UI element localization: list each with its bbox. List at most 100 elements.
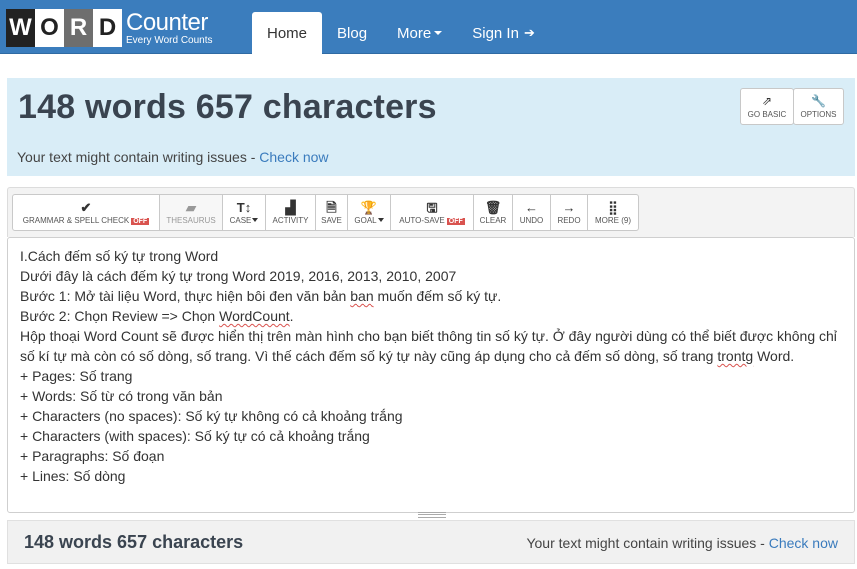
view-options: ⇗ GO BASIC 🔧 OPTIONS xyxy=(740,88,844,125)
arrow-right-icon: → xyxy=(562,199,576,215)
goal-label-wrap: GOAL xyxy=(354,215,384,225)
spelling-error[interactable]: ban xyxy=(350,288,373,304)
more-tools-label: MORE (9) xyxy=(595,215,631,225)
toolbar-buttons: ✔ GRAMMAR & SPELL CHECK OFF ▰ THESAURUS T… xyxy=(12,194,639,231)
editor-line: Bước 2: Chọn Review => Chọn WordCount. xyxy=(20,306,842,326)
editor-text: Bước 2: Chọn Review => Chọn xyxy=(20,308,220,324)
case-label-wrap: CASE xyxy=(230,216,259,225)
editor-line: + Pages: Số trang xyxy=(20,368,133,384)
logo-letter-r: R xyxy=(64,9,93,47)
auto-save-label: AUTO-SAVE xyxy=(399,215,445,225)
editor-text: . xyxy=(289,308,294,324)
logo-text: Counter Every Word Counts xyxy=(126,8,213,46)
editor-line: + Words: Số từ có trong văn bản xyxy=(20,388,223,404)
checkmark-icon: ✔ xyxy=(80,199,92,215)
editor-text: Word. xyxy=(753,348,795,364)
redo-label: REDO xyxy=(557,215,581,225)
editor-line: Bước 1: Mở tài liệu Word, thực hiện bôi … xyxy=(20,286,842,306)
grammar-check-label-wrap: GRAMMAR & SPELL CHECK OFF xyxy=(22,215,150,225)
go-basic-button[interactable]: ⇗ GO BASIC xyxy=(740,88,794,125)
nav-menu: Home Blog More Sign In ➔ xyxy=(252,12,550,54)
activity-button[interactable]: ▟ ACTIVITY xyxy=(265,194,316,231)
nav-blog[interactable]: Blog xyxy=(322,12,382,54)
stats-panel: 148 words 657 characters Your text might… xyxy=(7,78,855,176)
case-button[interactable]: T↕ CASE xyxy=(222,194,266,231)
options-label: OPTIONS xyxy=(800,110,837,119)
redo-button[interactable]: → REDO xyxy=(550,194,588,231)
clear-label: CLEAR xyxy=(479,215,507,225)
writing-issues-text: Your text might contain writing issues - xyxy=(17,149,260,165)
wrench-icon: 🔧 xyxy=(811,94,826,108)
text-height-icon: T↕ xyxy=(236,199,252,215)
bottom-word-character-count: 148 words 657 characters xyxy=(24,532,244,552)
trophy-icon: 🏆 xyxy=(360,199,378,215)
activity-label: ACTIVITY xyxy=(272,215,309,225)
grammar-check-label: GRAMMAR & SPELL CHECK xyxy=(22,215,130,225)
sign-in-icon: ➔ xyxy=(523,25,535,40)
editor-line: Hộp thoại Word Count sẽ được hiển thị tr… xyxy=(20,326,842,366)
grammar-off-badge: OFF xyxy=(131,217,150,225)
arrow-left-icon: ← xyxy=(525,199,538,215)
editor-line: + Characters (with spaces): Số ký tự có … xyxy=(20,428,370,444)
editor-text: Bước 1: Mở tài liệu Word, thực hiện bôi … xyxy=(20,288,351,304)
editor-line: Dưới đây là cách đếm ký tự trong Word 20… xyxy=(20,268,457,284)
editor-line: + Paragraphs: Số đoạn xyxy=(20,448,165,464)
editor-line: + Lines: Số dòng xyxy=(20,468,126,484)
options-button[interactable]: 🔧 OPTIONS xyxy=(793,88,844,125)
file-icon: 🗎 xyxy=(326,199,337,215)
bottom-writing-issues-text: Your text might contain writing issues - xyxy=(526,535,769,551)
nav-more-dropdown[interactable]: More xyxy=(382,12,457,54)
check-now-link[interactable]: Check now xyxy=(259,149,328,165)
book-icon: ▰ xyxy=(186,199,196,215)
writing-issues-notice: Your text might contain writing issues -… xyxy=(17,149,329,165)
top-navbar: W O R D Counter Every Word Counts Home B… xyxy=(0,0,857,54)
caret-down-icon xyxy=(377,218,384,223)
auto-save-label-wrap: AUTO-SAVE OFF xyxy=(399,216,465,225)
spelling-error[interactable]: WordCount xyxy=(219,308,290,324)
caret-down-icon xyxy=(252,218,259,223)
save-label: SAVE xyxy=(321,215,342,225)
go-basic-label: GO BASIC xyxy=(747,110,787,119)
trash-icon: 🗑 xyxy=(484,199,502,215)
auto-save-off-badge: OFF xyxy=(446,217,465,225)
logo-letter-w: W xyxy=(6,9,35,47)
spelling-error[interactable]: trontg xyxy=(717,348,753,364)
undo-label: UNDO xyxy=(519,215,544,225)
grid-icon: ⣿ xyxy=(608,199,618,215)
save-button[interactable]: 🗎 SAVE xyxy=(315,194,348,231)
logo-tagline: Every Word Counts xyxy=(126,34,213,46)
chevron-down-icon xyxy=(434,31,443,35)
nav-more-label: More xyxy=(397,24,432,42)
bar-chart-icon: ▟ xyxy=(285,199,296,215)
logo-letter-d: D xyxy=(93,9,122,47)
bottom-writing-issues-notice: Your text might contain writing issues -… xyxy=(526,535,838,551)
logo-letter-o: O xyxy=(35,9,64,47)
word-character-count: 148 words 657 characters xyxy=(18,88,437,126)
thesaurus-label: THESAURUS xyxy=(166,215,216,225)
editor-resize-handle[interactable] xyxy=(418,512,446,518)
logo-name: Counter xyxy=(126,8,208,36)
wordcounter-logo[interactable]: W O R D Counter Every Word Counts xyxy=(6,9,213,47)
external-link-icon: ⇗ xyxy=(761,94,773,108)
undo-button[interactable]: ← UNDO xyxy=(512,194,551,231)
case-label: CASE xyxy=(229,215,252,225)
editor-line: + Characters (no spaces): Số ký tự không… xyxy=(20,408,403,424)
nav-home[interactable]: Home xyxy=(252,12,323,54)
more-tools-button[interactable]: ⣿ MORE (9) xyxy=(587,194,639,231)
grammar-check-button[interactable]: ✔ GRAMMAR & SPELL CHECK OFF xyxy=(12,194,160,231)
thesaurus-button[interactable]: ▰ THESAURUS xyxy=(159,194,223,231)
text-editor[interactable]: I.Cách đếm số ký tự trong Word Dưới đây … xyxy=(7,237,855,513)
goal-label: GOAL xyxy=(354,215,377,225)
floppy-disk-icon: 🖫 xyxy=(426,199,438,215)
editor-text: muốn đếm số ký tự. xyxy=(373,288,502,304)
nav-signin[interactable]: Sign In ➔ xyxy=(457,12,550,54)
auto-save-button[interactable]: 🖫 AUTO-SAVE OFF xyxy=(390,194,474,231)
goal-button[interactable]: 🏆 GOAL xyxy=(347,194,391,231)
nav-signin-label: Sign In xyxy=(472,24,519,42)
clear-button[interactable]: 🗑 CLEAR xyxy=(473,194,513,231)
bottom-check-now-link[interactable]: Check now xyxy=(769,535,838,551)
editor-toolbar: ✔ GRAMMAR & SPELL CHECK OFF ▰ THESAURUS T… xyxy=(7,187,855,237)
editor-line: I.Cách đếm số ký tự trong Word xyxy=(20,248,219,264)
bottom-stats-bar: 148 words 657 characters Your text might… xyxy=(7,520,855,564)
editor-text: Hộp thoại Word Count sẽ được hiển thị tr… xyxy=(20,328,837,364)
